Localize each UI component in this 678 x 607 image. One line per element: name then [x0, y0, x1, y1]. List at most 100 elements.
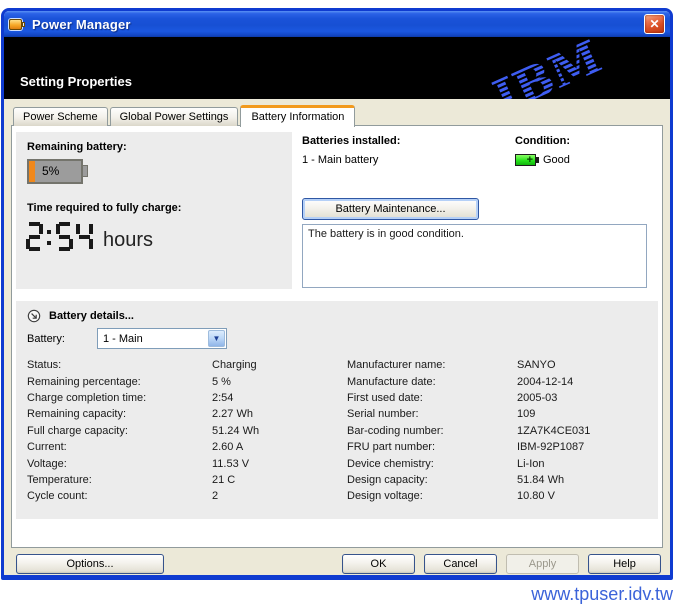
detail-value: 1ZA7K4CE031 — [517, 425, 590, 437]
condition-value: Good — [543, 154, 570, 166]
detail-row: Current:2.60 A — [27, 439, 332, 455]
ok-button[interactable]: OK — [342, 554, 415, 574]
detail-label: Design voltage: — [347, 490, 517, 502]
ibm-logo: IBM — [456, 37, 656, 99]
good-battery-icon: + — [515, 154, 536, 166]
charge-time-unit: hours — [103, 230, 153, 251]
details-left-column: Status:ChargingRemaining percentage:5 %C… — [27, 357, 332, 505]
detail-label: Status: — [27, 359, 212, 371]
battery-select-label: Battery: — [27, 333, 65, 345]
chevron-down-icon[interactable]: ▼ — [208, 330, 225, 347]
batteries-installed-value: 1 - Main battery — [302, 154, 378, 166]
detail-label: Serial number: — [347, 408, 517, 420]
detail-label: Device chemistry: — [347, 458, 517, 470]
details-right-column: Manufacturer name:SANYOManufacture date:… — [347, 357, 662, 505]
detail-label: Current: — [27, 441, 212, 453]
detail-row: Bar-coding number:1ZA7K4CE031 — [347, 423, 662, 439]
lcd-digit — [56, 222, 73, 251]
close-icon[interactable]: ✕ — [644, 14, 665, 34]
detail-value: 109 — [517, 408, 535, 420]
detail-label: Charge completion time: — [27, 392, 212, 404]
detail-value: 2004-12-14 — [517, 376, 573, 388]
tab-strip: Power Scheme Global Power Settings Batte… — [11, 104, 663, 126]
detail-row: Cycle count:2 — [27, 488, 332, 504]
battery-details-heading: Battery details... — [49, 310, 134, 322]
apply-button[interactable]: Apply — [506, 554, 579, 574]
condition-note-box: The battery is in good condition. — [302, 224, 647, 288]
detail-row: Temperature:21 C — [27, 472, 332, 488]
detail-row: Full charge capacity:51.24 Wh — [27, 423, 332, 439]
detail-value: 51.84 Wh — [517, 474, 564, 486]
detail-label: Voltage: — [27, 458, 212, 470]
detail-value: SANYO — [517, 359, 556, 371]
detail-row: Manufacturer name:SANYO — [347, 357, 662, 373]
detail-label: Full charge capacity: — [27, 425, 212, 437]
condition-label: Condition: — [515, 135, 570, 147]
detail-value: 2.27 Wh — [212, 408, 253, 420]
options-button[interactable]: Options... — [16, 554, 164, 574]
detail-row: Charge completion time:2:54 — [27, 390, 332, 406]
detail-label: Bar-coding number: — [347, 425, 517, 437]
tab-power-scheme[interactable]: Power Scheme — [13, 107, 108, 126]
plus-icon: + — [527, 154, 533, 166]
tab-battery-information[interactable]: Battery Information — [240, 105, 355, 127]
window-title: Power Manager — [32, 17, 644, 32]
detail-value: 2 — [212, 490, 218, 502]
detail-value: 5 % — [212, 376, 231, 388]
watermark: www.tpuser.idv.tw — [531, 584, 673, 605]
remaining-battery-label: Remaining battery: — [27, 141, 127, 153]
detail-row: Remaining percentage:5 % — [27, 373, 332, 389]
lcd-digit — [76, 222, 93, 251]
detail-row: Voltage:11.53 V — [27, 455, 332, 471]
detail-value: 51.24 Wh — [212, 425, 259, 437]
remaining-battery-panel: Remaining battery: 5% Time required to f… — [16, 132, 292, 289]
detail-value: 11.53 V — [212, 458, 249, 470]
detail-row: Remaining capacity:2.27 Wh — [27, 406, 332, 422]
detail-label: Manufacturer name: — [347, 359, 517, 371]
battery-gauge-tip — [83, 165, 88, 177]
collapse-arrow-icon — [27, 309, 41, 323]
detail-label: Design capacity: — [347, 474, 517, 486]
lcd-digit — [26, 222, 43, 251]
lcd-display — [26, 222, 96, 251]
detail-row: First used date:2005-03 — [347, 390, 662, 406]
detail-label: Remaining capacity: — [27, 408, 212, 420]
battery-select-value: 1 - Main — [98, 333, 207, 345]
help-button[interactable]: Help — [588, 554, 661, 574]
condition-status: + Good — [515, 154, 570, 166]
battery-details-panel: Battery details... Battery: 1 - Main ▼ S… — [16, 301, 658, 519]
detail-label: Temperature: — [27, 474, 212, 486]
battery-select[interactable]: 1 - Main ▼ — [97, 328, 227, 349]
detail-value: IBM-92P1087 — [517, 441, 584, 453]
battery-percent-value: 5% — [42, 164, 59, 178]
ibm-logo-text: IBM — [486, 37, 610, 99]
detail-value: 10.80 V — [517, 490, 555, 502]
power-manager-window: Power Manager ✕ Setting Properties IBM P… — [1, 8, 673, 580]
cancel-button[interactable]: Cancel — [424, 554, 497, 574]
detail-label: Remaining percentage: — [27, 376, 212, 388]
titlebar[interactable]: Power Manager ✕ — [4, 11, 670, 37]
detail-label: First used date: — [347, 392, 517, 404]
battery-gauge: 5% — [27, 159, 89, 184]
battery-gauge-fill — [29, 161, 35, 182]
page-title: Setting Properties — [20, 74, 132, 89]
detail-row: Manufacture date:2004-12-14 — [347, 373, 662, 389]
detail-row: Serial number:109 — [347, 406, 662, 422]
dialog-client: Power Scheme Global Power Settings Batte… — [4, 99, 670, 578]
tab-global-power-settings[interactable]: Global Power Settings — [110, 107, 239, 126]
detail-value: Li-Ion — [517, 458, 545, 470]
charge-time-label: Time required to fully charge: — [27, 202, 181, 214]
battery-maintenance-button[interactable]: Battery Maintenance... — [302, 198, 479, 220]
detail-label: Cycle count: — [27, 490, 212, 502]
battery-information-page: Remaining battery: 5% Time required to f… — [11, 125, 663, 548]
detail-label: FRU part number: — [347, 441, 517, 453]
detail-row: Design capacity:51.84 Wh — [347, 472, 662, 488]
detail-value: 2005-03 — [517, 392, 557, 404]
battery-details-toggle[interactable]: Battery details... — [27, 309, 134, 323]
detail-row: Device chemistry:Li-Ion — [347, 455, 662, 471]
batteries-installed-label: Batteries installed: — [302, 135, 400, 147]
footer-button-row: Options... OK Cancel Apply Help — [11, 554, 663, 574]
battery-app-icon — [9, 17, 26, 32]
detail-value: 21 C — [212, 474, 235, 486]
lcd-colon — [46, 222, 53, 251]
